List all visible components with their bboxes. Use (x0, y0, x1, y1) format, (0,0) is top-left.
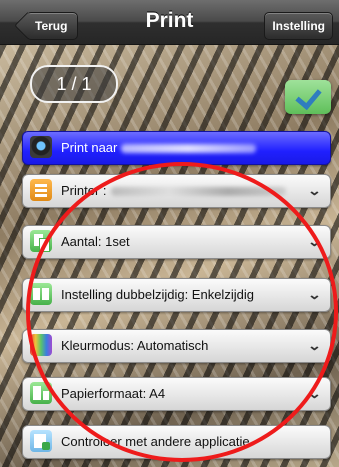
duplex-label: Instelling dubbelzijdig: Enkelzijdig (61, 287, 254, 302)
duplex-row[interactable]: Instelling dubbelzijdig: Enkelzijdig ⌄ (22, 278, 331, 312)
printer-icon (30, 179, 52, 201)
print-destination-icon (30, 136, 52, 158)
redacted-value (121, 144, 257, 154)
color-mode-label: Kleurmodus: Automatisch (61, 338, 209, 353)
paper-size-row[interactable]: Papierformaat: A4 ⌄ (22, 377, 331, 411)
navigation-bar: Terug Print Instelling (0, 0, 339, 45)
paper-size-icon (30, 382, 52, 404)
duplex-icon (30, 283, 52, 305)
copies-row[interactable]: Aantal: 1set ⌄ (22, 225, 331, 259)
copies-icon (30, 230, 52, 252)
paper-size-label: Papierformaat: A4 (61, 386, 166, 401)
other-app-row[interactable]: Controleer met andere applicatie (22, 425, 331, 459)
printer-row[interactable]: Printer : ⌄ (22, 174, 331, 208)
chevron-down-icon: ⌄ (307, 234, 322, 249)
other-app-icon (30, 430, 52, 452)
page-indicator: 1 / 1 (30, 65, 118, 103)
color-mode-row[interactable]: Kleurmodus: Automatisch ⌄ (22, 329, 331, 363)
printer-label: Printer : (61, 183, 107, 198)
print-destination-row[interactable]: Print naar (22, 131, 331, 165)
chevron-down-icon: ⌄ (307, 287, 322, 302)
checkmark-icon[interactable] (285, 80, 331, 114)
chevron-down-icon: ⌄ (307, 183, 322, 198)
color-mode-icon (30, 334, 52, 356)
other-app-label: Controleer met andere applicatie (61, 434, 250, 449)
print-destination-label: Print naar (61, 140, 118, 155)
copies-label: Aantal: 1set (61, 234, 130, 249)
settings-button[interactable]: Instelling (264, 12, 333, 40)
chevron-down-icon: ⌄ (307, 386, 322, 401)
redacted-value (110, 187, 286, 197)
chevron-down-icon: ⌄ (307, 338, 322, 353)
